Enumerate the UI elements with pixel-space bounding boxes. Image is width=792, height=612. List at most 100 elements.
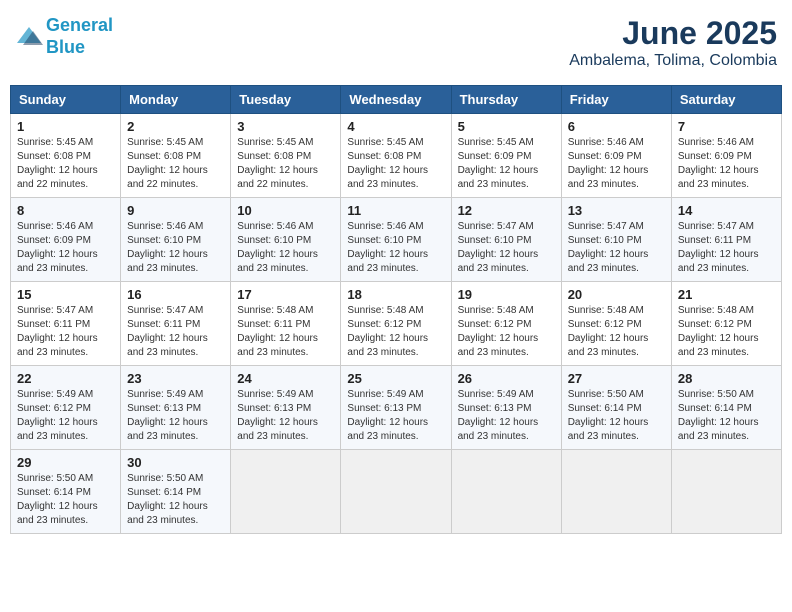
- calendar-week-3: 15 Sunrise: 5:47 AMSunset: 6:11 PMDayligh…: [11, 282, 782, 366]
- day-info: Sunrise: 5:50 AMSunset: 6:14 PMDaylight:…: [678, 388, 775, 444]
- logo-line2: Blue: [46, 37, 85, 57]
- calendar-cell: 3 Sunrise: 5:45 AMSunset: 6:08 PMDaylight…: [231, 114, 341, 198]
- day-number: 2: [127, 119, 224, 134]
- day-number: 21: [678, 287, 775, 302]
- calendar-table: SundayMondayTuesdayWednesdayThursdayFrid…: [10, 85, 782, 534]
- weekday-header-friday: Friday: [561, 86, 671, 114]
- day-info: Sunrise: 5:46 AMSunset: 6:09 PMDaylight:…: [678, 136, 775, 192]
- day-number: 13: [568, 203, 665, 218]
- calendar-cell: 10 Sunrise: 5:46 AMSunset: 6:10 PMDayligh…: [231, 198, 341, 282]
- day-number: 28: [678, 371, 775, 386]
- weekday-header-wednesday: Wednesday: [341, 86, 451, 114]
- calendar-week-4: 22 Sunrise: 5:49 AMSunset: 6:12 PMDayligh…: [11, 366, 782, 450]
- day-number: 20: [568, 287, 665, 302]
- day-number: 8: [17, 203, 114, 218]
- calendar-cell: 21 Sunrise: 5:48 AMSunset: 6:12 PMDayligh…: [671, 282, 781, 366]
- weekday-header-tuesday: Tuesday: [231, 86, 341, 114]
- calendar-cell: 23 Sunrise: 5:49 AMSunset: 6:13 PMDayligh…: [121, 366, 231, 450]
- calendar-cell: 11Sunrise: 5:46 AMSunset: 6:10 PMDayligh…: [341, 198, 451, 282]
- day-info: Sunrise: 5:47 AMSunset: 6:11 PMDaylight:…: [678, 220, 775, 276]
- day-info: Sunrise: 5:49 AMSunset: 6:13 PMDaylight:…: [127, 388, 224, 444]
- day-info: Sunrise: 5:47 AMSunset: 6:11 PMDaylight:…: [127, 304, 224, 360]
- day-info: Sunrise: 5:47 AMSunset: 6:10 PMDaylight:…: [568, 220, 665, 276]
- day-info: Sunrise: 5:45 AMSunset: 6:08 PMDaylight:…: [127, 136, 224, 192]
- calendar-cell: 13 Sunrise: 5:47 AMSunset: 6:10 PMDayligh…: [561, 198, 671, 282]
- day-number: 5: [458, 119, 555, 134]
- calendar-cell: 14 Sunrise: 5:47 AMSunset: 6:11 PMDayligh…: [671, 198, 781, 282]
- calendar-cell: [451, 450, 561, 534]
- calendar-cell: [561, 450, 671, 534]
- calendar-cell: 25 Sunrise: 5:49 AMSunset: 6:13 PMDayligh…: [341, 366, 451, 450]
- day-info: Sunrise: 5:48 AMSunset: 6:12 PMDaylight:…: [678, 304, 775, 360]
- day-number: 23: [127, 371, 224, 386]
- calendar-cell: 18 Sunrise: 5:48 AMSunset: 6:12 PMDayligh…: [341, 282, 451, 366]
- logo-line1: General: [46, 15, 113, 35]
- calendar-cell: [341, 450, 451, 534]
- day-info: Sunrise: 5:46 AMSunset: 6:09 PMDaylight:…: [568, 136, 665, 192]
- day-number: 12: [458, 203, 555, 218]
- calendar-body: 1 Sunrise: 5:45 AMSunset: 6:08 PMDaylight…: [11, 114, 782, 534]
- weekday-header-saturday: Saturday: [671, 86, 781, 114]
- calendar-cell: 28 Sunrise: 5:50 AMSunset: 6:14 PMDayligh…: [671, 366, 781, 450]
- logo-icon: [15, 23, 43, 51]
- day-number: 14: [678, 203, 775, 218]
- day-info: Sunrise: 5:46 AMSunset: 6:10 PMDaylight:…: [127, 220, 224, 276]
- day-info: Sunrise: 5:49 AMSunset: 6:12 PMDaylight:…: [17, 388, 114, 444]
- day-number: 18: [347, 287, 444, 302]
- day-info: Sunrise: 5:48 AMSunset: 6:12 PMDaylight:…: [347, 304, 444, 360]
- calendar-cell: [231, 450, 341, 534]
- calendar-cell: 19Sunrise: 5:48 AMSunset: 6:12 PMDayligh…: [451, 282, 561, 366]
- calendar-header: SundayMondayTuesdayWednesdayThursdayFrid…: [11, 86, 782, 114]
- calendar-cell: 22 Sunrise: 5:49 AMSunset: 6:12 PMDayligh…: [11, 366, 121, 450]
- day-info: Sunrise: 5:46 AMSunset: 6:10 PMDaylight:…: [347, 220, 444, 276]
- calendar-week-1: 1 Sunrise: 5:45 AMSunset: 6:08 PMDaylight…: [11, 114, 782, 198]
- day-info: Sunrise: 5:50 AMSunset: 6:14 PMDaylight:…: [17, 472, 114, 528]
- day-number: 7: [678, 119, 775, 134]
- day-info: Sunrise: 5:48 AMSunset: 6:12 PMDaylight:…: [568, 304, 665, 360]
- day-info: Sunrise: 5:45 AMSunset: 6:08 PMDaylight:…: [237, 136, 334, 192]
- calendar-week-2: 8 Sunrise: 5:46 AMSunset: 6:09 PMDaylight…: [11, 198, 782, 282]
- location-title: Ambalema, Tolima, Colombia: [569, 52, 777, 70]
- day-info: Sunrise: 5:46 AMSunset: 6:09 PMDaylight:…: [17, 220, 114, 276]
- calendar-cell: 16 Sunrise: 5:47 AMSunset: 6:11 PMDayligh…: [121, 282, 231, 366]
- day-info: Sunrise: 5:50 AMSunset: 6:14 PMDaylight:…: [127, 472, 224, 528]
- day-number: 16: [127, 287, 224, 302]
- day-number: 1: [17, 119, 114, 134]
- calendar-cell: 29 Sunrise: 5:50 AMSunset: 6:14 PMDayligh…: [11, 450, 121, 534]
- day-number: 15: [17, 287, 114, 302]
- day-number: 4: [347, 119, 444, 134]
- day-number: 22: [17, 371, 114, 386]
- logo: General Blue: [15, 15, 113, 58]
- day-number: 10: [237, 203, 334, 218]
- day-number: 25: [347, 371, 444, 386]
- calendar-cell: 6 Sunrise: 5:46 AMSunset: 6:09 PMDaylight…: [561, 114, 671, 198]
- calendar-cell: 17Sunrise: 5:48 AMSunset: 6:11 PMDayligh…: [231, 282, 341, 366]
- weekday-header-sunday: Sunday: [11, 86, 121, 114]
- calendar-week-5: 29 Sunrise: 5:50 AMSunset: 6:14 PMDayligh…: [11, 450, 782, 534]
- day-info: Sunrise: 5:47 AMSunset: 6:10 PMDaylight:…: [458, 220, 555, 276]
- day-number: 30: [127, 455, 224, 470]
- day-info: Sunrise: 5:50 AMSunset: 6:14 PMDaylight:…: [568, 388, 665, 444]
- calendar-cell: 12 Sunrise: 5:47 AMSunset: 6:10 PMDayligh…: [451, 198, 561, 282]
- calendar-cell: 24 Sunrise: 5:49 AMSunset: 6:13 PMDayligh…: [231, 366, 341, 450]
- day-info: Sunrise: 5:45 AMSunset: 6:08 PMDaylight:…: [17, 136, 114, 192]
- weekday-header-row: SundayMondayTuesdayWednesdayThursdayFrid…: [11, 86, 782, 114]
- title-area: June 2025 Ambalema, Tolima, Colombia: [569, 15, 777, 70]
- calendar-cell: 1 Sunrise: 5:45 AMSunset: 6:08 PMDaylight…: [11, 114, 121, 198]
- calendar-cell: 27 Sunrise: 5:50 AMSunset: 6:14 PMDayligh…: [561, 366, 671, 450]
- day-number: 24: [237, 371, 334, 386]
- day-number: 3: [237, 119, 334, 134]
- day-number: 27: [568, 371, 665, 386]
- day-number: 6: [568, 119, 665, 134]
- calendar-cell: 15 Sunrise: 5:47 AMSunset: 6:11 PMDayligh…: [11, 282, 121, 366]
- logo-text: General Blue: [46, 15, 113, 58]
- day-info: Sunrise: 5:49 AMSunset: 6:13 PMDaylight:…: [237, 388, 334, 444]
- day-info: Sunrise: 5:49 AMSunset: 6:13 PMDaylight:…: [347, 388, 444, 444]
- calendar-cell: 20 Sunrise: 5:48 AMSunset: 6:12 PMDayligh…: [561, 282, 671, 366]
- calendar-cell: 2 Sunrise: 5:45 AMSunset: 6:08 PMDaylight…: [121, 114, 231, 198]
- day-info: Sunrise: 5:46 AMSunset: 6:10 PMDaylight:…: [237, 220, 334, 276]
- calendar-cell: 26Sunrise: 5:49 AMSunset: 6:13 PMDayligh…: [451, 366, 561, 450]
- day-info: Sunrise: 5:47 AMSunset: 6:11 PMDaylight:…: [17, 304, 114, 360]
- calendar-cell: 30 Sunrise: 5:50 AMSunset: 6:14 PMDayligh…: [121, 450, 231, 534]
- day-number: 29: [17, 455, 114, 470]
